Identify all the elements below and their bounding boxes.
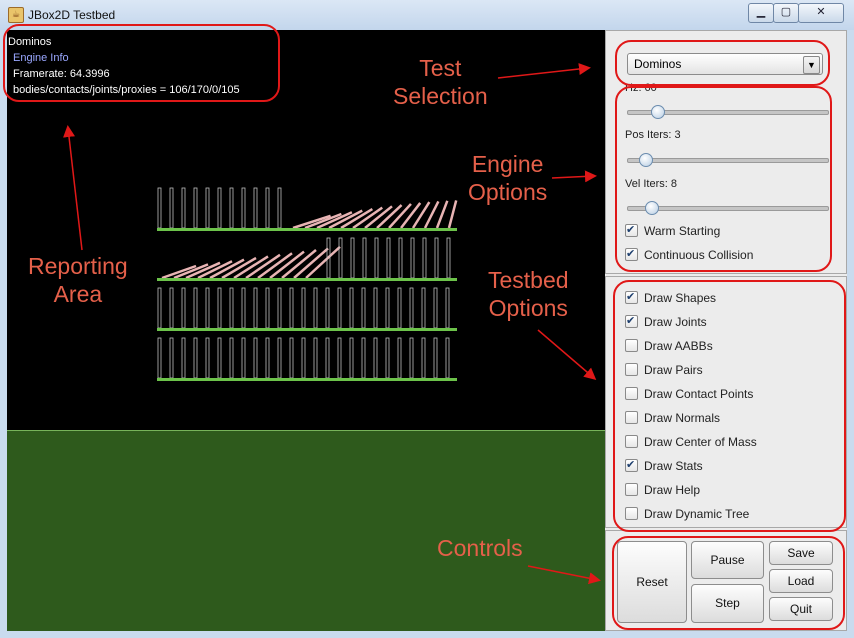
app-window: ☕ JBox2D Testbed ▁ ▢ ✕ Dominos Engine In… <box>0 0 854 638</box>
annotation-text: Reporting Area <box>28 253 128 307</box>
testbed-options-arrow <box>537 329 597 380</box>
annotation-text: Engine Options <box>468 151 548 205</box>
engine-options-arrow <box>551 170 597 183</box>
test-selection-arrow <box>497 63 591 79</box>
controls-annotation: Controls <box>437 534 523 562</box>
annotation-text: Controls <box>437 535 523 561</box>
annotation-text: Test Selection <box>393 55 488 109</box>
reporting-area-arrow <box>63 125 83 251</box>
testbed-options-annotation: Testbed Options <box>488 266 569 322</box>
controls-arrow <box>527 565 601 585</box>
annotation-text: Testbed Options <box>488 267 569 321</box>
reporting-area-annotation: Reporting Area <box>28 252 128 308</box>
test-selection-annotation: Test Selection <box>393 54 488 110</box>
engine-options-annotation: Engine Options <box>468 150 547 206</box>
